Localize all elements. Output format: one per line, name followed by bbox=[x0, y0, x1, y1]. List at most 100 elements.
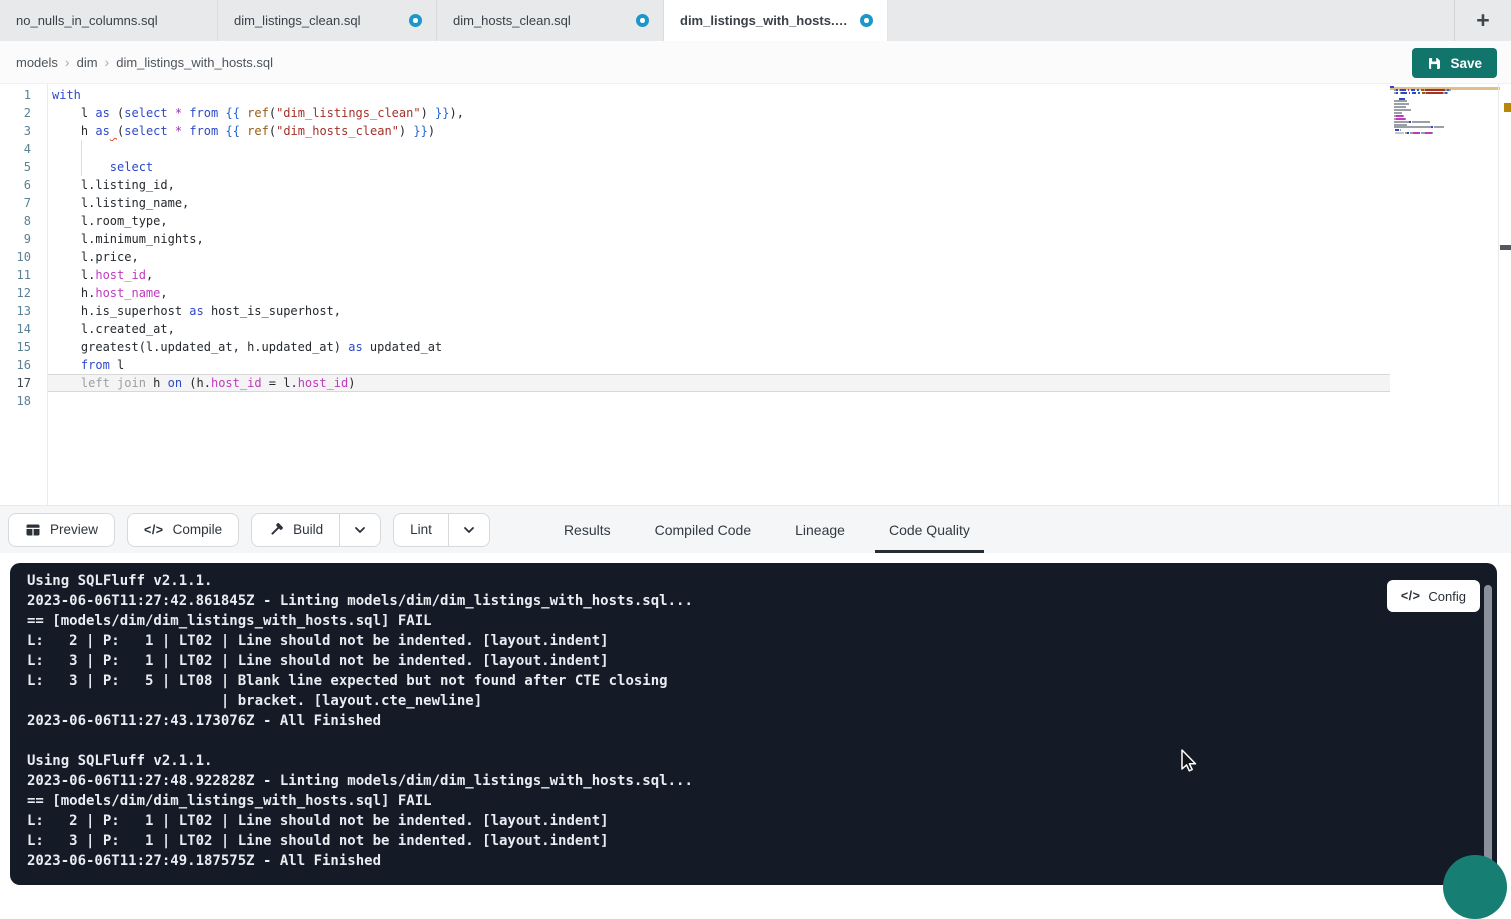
preview-button-label: Preview bbox=[50, 522, 98, 537]
toolbar-buttons: Preview </> Compile Build Lint bbox=[8, 513, 502, 547]
code-token: h bbox=[146, 376, 168, 390]
minimap-token bbox=[1403, 115, 1404, 117]
code-token: from bbox=[81, 358, 110, 372]
code-token: on bbox=[168, 376, 182, 390]
code-token: as bbox=[95, 124, 109, 138]
code-line: l.created_at, bbox=[48, 320, 1390, 338]
code-token: {{ bbox=[225, 106, 239, 120]
code-token bbox=[168, 124, 175, 138]
line-number: 6 bbox=[0, 176, 47, 194]
build-button[interactable]: Build bbox=[251, 513, 381, 547]
minimap[interactable] bbox=[1390, 86, 1462, 138]
compile-button[interactable]: </> Compile bbox=[127, 513, 239, 547]
unsaved-dot-icon bbox=[860, 14, 873, 27]
build-button-label: Build bbox=[293, 522, 323, 537]
code-token: ), bbox=[449, 106, 463, 120]
save-button[interactable]: Save bbox=[1412, 48, 1497, 78]
minimap-token bbox=[1394, 100, 1407, 102]
code-token: h.is_superhost bbox=[52, 304, 189, 318]
code-line: l.listing_id, bbox=[48, 176, 1390, 194]
minimap-token bbox=[1399, 98, 1405, 100]
editor-tab-dim-listings-clean-sql[interactable]: dim_listings_clean.sql bbox=[218, 0, 437, 41]
code-token: = l. bbox=[262, 376, 298, 390]
lint-dropdown-toggle[interactable] bbox=[448, 514, 489, 546]
line-number: 4 bbox=[0, 140, 47, 158]
tab-bar-spacer bbox=[888, 0, 1454, 41]
tab-compiled-code[interactable]: Compiled Code bbox=[633, 506, 774, 553]
tab-results[interactable]: Results bbox=[542, 506, 633, 553]
chevron-down-icon bbox=[461, 522, 477, 538]
breadcrumb: models›dim›dim_listings_with_hosts.sql bbox=[16, 54, 273, 70]
code-line: from l bbox=[48, 356, 1390, 374]
config-button[interactable]: </> Config bbox=[1387, 580, 1480, 612]
open-file-tabs: no_nulls_in_columns.sqldim_listings_clea… bbox=[0, 0, 888, 41]
compile-button-label: Compile bbox=[173, 522, 223, 537]
code-token: host_name bbox=[95, 286, 160, 300]
compile-button-main[interactable]: </> Compile bbox=[128, 514, 238, 546]
code-icon: </> bbox=[144, 523, 164, 537]
code-icon: </> bbox=[1401, 589, 1421, 603]
unsaved-dot-icon bbox=[409, 14, 422, 27]
minimap-token bbox=[1390, 86, 1394, 88]
line-number: 9 bbox=[0, 230, 47, 248]
editor-tab-no-nulls-in-columns-sql[interactable]: no_nulls_in_columns.sql bbox=[0, 0, 218, 41]
lint-button[interactable]: Lint bbox=[393, 513, 490, 547]
code-line: with bbox=[48, 86, 1390, 104]
code-token: "dim_listings_clean" bbox=[276, 106, 421, 120]
breadcrumb-item-models[interactable]: models bbox=[16, 55, 58, 70]
code-token: ref bbox=[247, 124, 269, 138]
code-token: ) bbox=[399, 124, 413, 138]
code-token: "dim_hosts_clean" bbox=[276, 124, 399, 138]
code-token: h bbox=[52, 124, 95, 138]
line-number: 5 bbox=[0, 158, 47, 176]
code-token: from bbox=[189, 124, 218, 138]
line-number: 14 bbox=[0, 320, 47, 338]
editor-tab-dim-listings-with-hosts-sql[interactable]: dim_listings_with_hosts.sql bbox=[664, 0, 888, 41]
build-dropdown-toggle[interactable] bbox=[339, 514, 380, 546]
breadcrumb-item-dim[interactable]: dim bbox=[77, 55, 98, 70]
minimap-token bbox=[1394, 126, 1431, 128]
line-number: 13 bbox=[0, 302, 47, 320]
code-token: host_id bbox=[211, 376, 262, 390]
minimap-token bbox=[1394, 121, 1409, 123]
code-token: l.minimum_nights, bbox=[52, 232, 204, 246]
breadcrumb-item-dim-listings-with-hosts-sql[interactable]: dim_listings_with_hosts.sql bbox=[116, 55, 273, 70]
code-line: l as (select * from {{ ref("dim_listings… bbox=[48, 104, 1390, 122]
help-floating-button[interactable] bbox=[1443, 855, 1507, 919]
new-tab-button[interactable]: + bbox=[1454, 0, 1511, 41]
code-area[interactable]: with l as (select * from {{ ref("dim_lis… bbox=[48, 84, 1390, 505]
save-icon bbox=[1427, 56, 1441, 70]
minimap-token bbox=[1426, 92, 1443, 94]
code-token: ) bbox=[421, 106, 435, 120]
minimap-token bbox=[1425, 132, 1432, 134]
code-line: greatest(l.updated_at, h.updated_at) as … bbox=[48, 338, 1390, 356]
preview-button[interactable]: Preview bbox=[8, 513, 115, 547]
minimap-token bbox=[1413, 132, 1420, 134]
line-number: 2 bbox=[0, 104, 47, 122]
terminal-scrollbar-thumb[interactable] bbox=[1484, 585, 1492, 867]
code-token: with bbox=[52, 88, 81, 102]
code-line: l.room_type, bbox=[48, 212, 1390, 230]
preview-button-main[interactable]: Preview bbox=[9, 514, 114, 546]
build-button-main[interactable]: Build bbox=[252, 514, 339, 546]
code-token: ) bbox=[428, 124, 435, 138]
code-token: select bbox=[124, 106, 167, 120]
code-token: greatest(l.updated_at, h.updated_at) bbox=[52, 340, 348, 354]
breadcrumb-separator: › bbox=[105, 54, 110, 70]
line-number-gutter: 123456789101112131415161718 bbox=[0, 84, 48, 505]
minimap-token bbox=[1394, 103, 1409, 105]
code-token: * bbox=[175, 106, 182, 120]
tab-code-quality[interactable]: Code Quality bbox=[867, 506, 992, 553]
code-token: as bbox=[95, 106, 109, 120]
code-token: {{ bbox=[225, 124, 239, 138]
code-line: l.listing_name, bbox=[48, 194, 1390, 212]
code-line bbox=[48, 140, 1390, 158]
editor-tab-dim-hosts-clean-sql[interactable]: dim_hosts_clean.sql bbox=[437, 0, 664, 41]
line-number: 18 bbox=[0, 392, 47, 410]
code-token: l bbox=[110, 358, 124, 372]
tab-lineage[interactable]: Lineage bbox=[773, 506, 867, 553]
code-token: l.created_at, bbox=[52, 322, 175, 336]
code-token: }} bbox=[435, 106, 449, 120]
lint-button-main[interactable]: Lint bbox=[394, 514, 448, 546]
editor-scrollbar-thumb[interactable] bbox=[1500, 245, 1511, 250]
